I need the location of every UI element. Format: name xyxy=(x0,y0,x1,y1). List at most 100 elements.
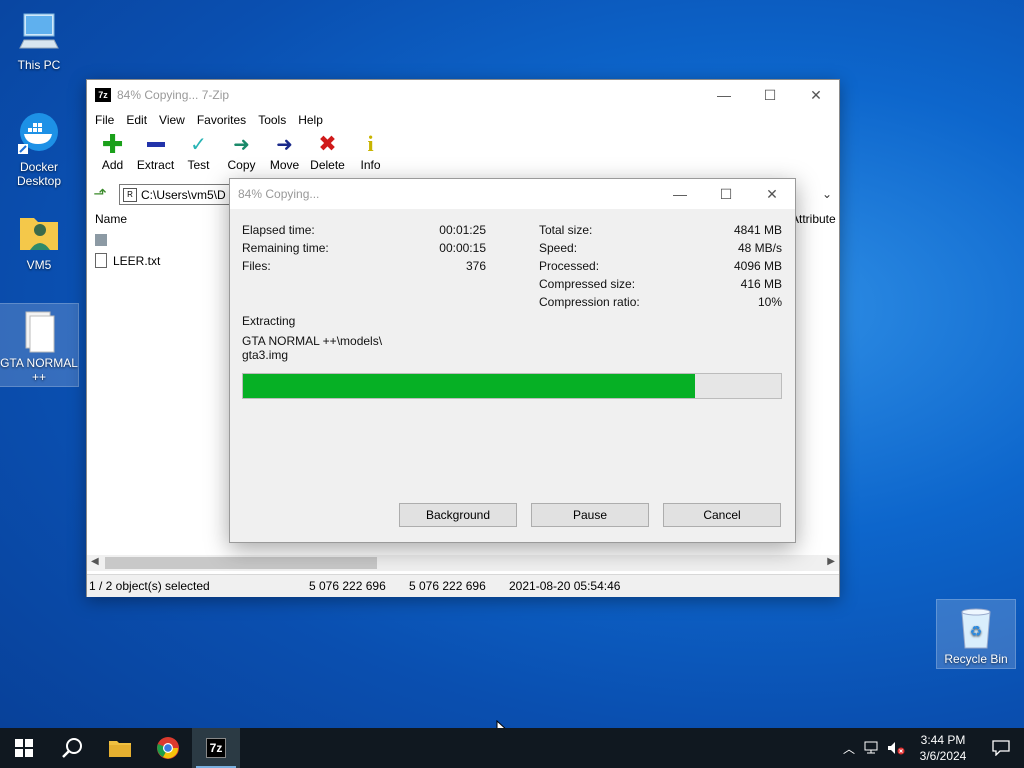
maximize-button[interactable]: ☐ xyxy=(747,80,793,110)
folder-icon xyxy=(109,741,131,757)
menu-help[interactable]: Help xyxy=(292,113,329,127)
toolbar: ✚ Add Extract ✓ Test ➜ Copy ➜ Move ✖ Del… xyxy=(87,128,839,174)
move-arrow-icon: ➜ xyxy=(276,133,293,156)
search-button[interactable] xyxy=(48,728,96,768)
dialog-title: 84% Copying... xyxy=(238,187,320,201)
clock[interactable]: 3:44 PM 3/6/2024 xyxy=(908,732,978,764)
scroll-right-icon[interactable]: ▶ xyxy=(827,556,835,567)
delete-x-icon: ✖ xyxy=(318,131,337,156)
cancel-button[interactable]: Cancel xyxy=(663,503,781,527)
menu-view[interactable]: View xyxy=(153,113,191,127)
svg-text:♻: ♻ xyxy=(970,623,983,639)
7zip-app-icon: 7z xyxy=(95,88,111,102)
menu-bar: File Edit View Favorites Tools Help xyxy=(87,110,839,130)
address-dropdown-chevron-icon[interactable]: ⌄ xyxy=(819,184,835,204)
up-folder-icon[interactable]: ⬏ xyxy=(89,184,111,204)
current-path-line1: GTA NORMAL ++\models\ xyxy=(242,334,383,348)
desktop-icon-label: Recycle Bin xyxy=(944,652,1008,666)
close-button[interactable]: ✕ xyxy=(793,80,839,110)
progress-bar xyxy=(242,373,782,399)
network-icon[interactable] xyxy=(860,741,884,755)
pause-button[interactable]: Pause xyxy=(531,503,649,527)
desktop-icon-gta-normal[interactable]: GTA NORMAL ++ xyxy=(0,303,79,387)
user-folder-icon xyxy=(16,210,62,256)
move-button[interactable]: ➜ Move xyxy=(263,132,306,173)
7zip-app-icon: 7z xyxy=(205,738,227,758)
desktop-icon-recycle-bin[interactable]: ♻ Recycle Bin xyxy=(936,599,1016,669)
status-bar: 1 / 2 object(s) selected 5 076 222 696 5… xyxy=(87,574,839,597)
info-button[interactable]: i Info xyxy=(349,131,392,172)
delete-button[interactable]: ✖ Delete xyxy=(306,131,349,172)
dialog-maximize-button[interactable]: ☐ xyxy=(703,179,749,209)
minus-icon xyxy=(134,132,177,156)
compression-ratio-label: Compression ratio: xyxy=(539,295,640,309)
main-window-title: 84% Copying... 7-Zip xyxy=(117,88,230,102)
list-item[interactable]: LEER.txt xyxy=(95,253,160,268)
system-tray: ︿ 3:44 PM 3/6/2024 xyxy=(838,728,1024,768)
extract-button[interactable]: Extract xyxy=(134,132,177,172)
desktop-icon-docker[interactable]: Docker Desktop xyxy=(0,112,78,188)
current-path-line2: gta3.img xyxy=(242,348,289,362)
compressed-size-value: 416 MB xyxy=(740,277,782,291)
horizontal-scrollbar[interactable]: ◀ ▶ xyxy=(87,555,839,571)
status-selected: 1 / 2 object(s) selected xyxy=(89,579,210,593)
add-button[interactable]: ✚ Add xyxy=(91,128,134,173)
progress-dialog: 84% Copying... — ☐ ✕ Elapsed time: 00:01… xyxy=(229,178,796,543)
folder-icon xyxy=(95,234,107,246)
remaining-label: Remaining time: xyxy=(242,241,329,255)
address-input[interactable]: R C:\Users\vm5\D xyxy=(119,184,231,205)
status-modified: 2021-08-20 05:54:46 xyxy=(509,579,621,593)
dialog-titlebar[interactable]: 84% Copying... — ☐ ✕ xyxy=(230,179,795,209)
files-label: Files: xyxy=(242,259,271,273)
clock-time: 3:44 PM xyxy=(920,733,966,747)
clock-date: 3/6/2024 xyxy=(919,749,967,763)
start-button[interactable] xyxy=(0,728,48,768)
desktop-icon-label: This PC xyxy=(17,58,61,72)
copy-arrow-icon: ➜ xyxy=(233,133,250,156)
total-size-label: Total size: xyxy=(539,223,593,237)
compressed-size-label: Compressed size: xyxy=(539,277,636,291)
taskbar-chrome[interactable] xyxy=(144,728,192,768)
notification-icon xyxy=(992,740,1010,756)
files-value: 376 xyxy=(465,259,486,273)
background-button[interactable]: Background xyxy=(399,503,517,527)
volume-muted-icon[interactable] xyxy=(884,741,908,755)
recycle-bin-icon: ♻ xyxy=(953,604,999,650)
desktop-icon-this-pc[interactable]: This PC xyxy=(0,10,78,72)
minimize-button[interactable]: — xyxy=(701,80,747,110)
show-hidden-icons-chevron-icon[interactable]: ︿ xyxy=(838,740,860,757)
desktop-icon-label: GTA NORMAL ++ xyxy=(0,356,78,384)
taskbar-7zip[interactable]: 7z xyxy=(192,728,240,768)
total-size-value: 4841 MB xyxy=(733,223,782,237)
copy-button[interactable]: ➜ Copy xyxy=(220,132,263,173)
processed-label: Processed: xyxy=(539,259,600,273)
operation-label: Extracting xyxy=(242,314,296,328)
dialog-minimize-button[interactable]: — xyxy=(657,179,703,209)
menu-favorites[interactable]: Favorites xyxy=(191,113,252,127)
desktop-icon-vm5[interactable]: VM5 xyxy=(0,210,78,272)
menu-edit[interactable]: Edit xyxy=(120,113,153,127)
column-header-attributes[interactable]: Attribute xyxy=(791,212,836,226)
speed-label: Speed: xyxy=(539,241,578,255)
chrome-icon xyxy=(157,737,179,759)
plus-icon: ✚ xyxy=(101,128,124,159)
docker-icon xyxy=(16,112,62,158)
action-center-button[interactable] xyxy=(978,740,1024,756)
scroll-left-icon[interactable]: ◀ xyxy=(91,556,99,567)
taskbar-file-explorer[interactable] xyxy=(96,728,144,768)
scrollbar-thumb[interactable] xyxy=(105,557,377,569)
speed-value: 48 MB/s xyxy=(737,241,782,255)
dialog-close-button[interactable]: ✕ xyxy=(749,179,795,209)
menu-file[interactable]: File xyxy=(89,113,120,127)
elapsed-value: 00:01:25 xyxy=(439,223,486,237)
check-icon: ✓ xyxy=(190,133,207,156)
menu-tools[interactable]: Tools xyxy=(252,113,292,127)
text-file-icon xyxy=(95,253,107,268)
main-titlebar[interactable]: 7z 84% Copying... 7-Zip — ☐ ✕ xyxy=(87,80,839,110)
processed-value: 4096 MB xyxy=(733,259,782,273)
column-header-name[interactable]: Name xyxy=(95,212,127,226)
progress-bar-fill xyxy=(243,374,695,398)
list-item[interactable] xyxy=(95,234,113,246)
test-button[interactable]: ✓ Test xyxy=(177,132,220,173)
search-icon xyxy=(62,738,82,758)
